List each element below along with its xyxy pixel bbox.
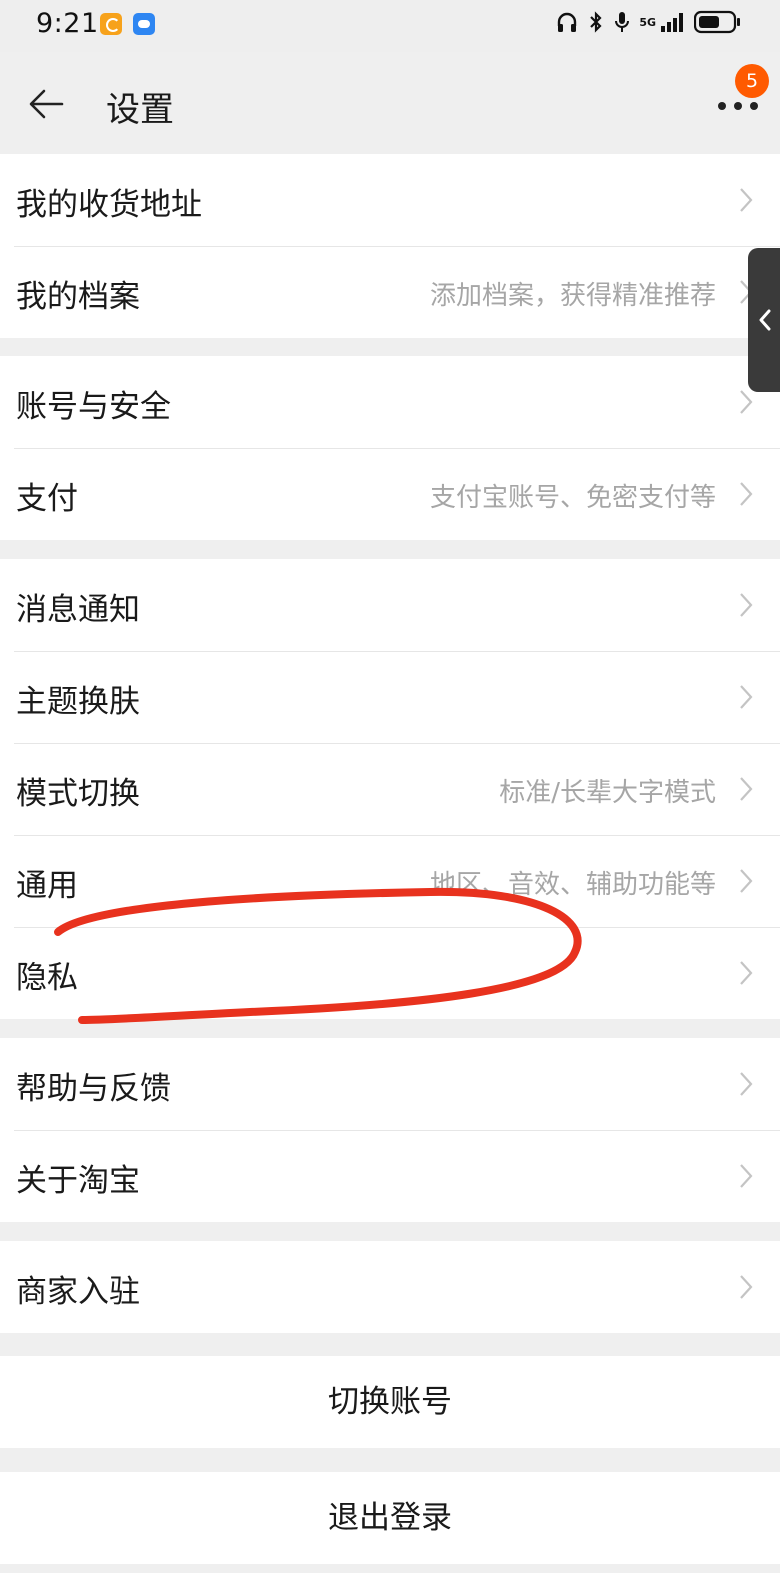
chevron-right-icon [740,961,753,985]
row-label: 账号与安全 [16,389,171,425]
status-icons: 5G [555,10,742,34]
row-about-taobao[interactable]: 关于淘宝 [0,1130,780,1222]
row-my-profile[interactable]: 我的档案 添加档案，获得精准推荐 [0,246,780,338]
row-theme[interactable]: 主题换肤 [0,651,780,743]
row-hint: 标准/长辈大字模式 [499,778,716,808]
network-type: 5G [639,15,656,29]
row-privacy[interactable]: 隐私 [0,927,780,1019]
row-mode-switch[interactable]: 模式切换 标准/长辈大字模式 [0,743,780,835]
settings-group-address: 我的收货地址 我的档案 添加档案，获得精准推荐 [0,154,780,338]
status-bar: 9:21 5G [0,0,780,52]
page-title: 设置 [106,90,174,130]
mic-icon [615,12,630,32]
row-label: 主题换肤 [16,684,140,720]
settings-group-help: 帮助与反馈 关于淘宝 [0,1038,780,1222]
chevron-right-icon [740,1275,753,1299]
row-label: 我的收货地址 [16,187,202,223]
bluetooth-icon [590,11,602,33]
row-general[interactable]: 通用 地区、音效、辅助功能等 [0,835,780,927]
logout-button[interactable]: 退出登录 [0,1472,780,1564]
chevron-right-icon [740,188,753,212]
row-hint: 添加档案，获得精准推荐 [429,281,716,311]
row-help-feedback[interactable]: 帮助与反馈 [0,1038,780,1130]
row-label: 支付 [16,481,78,517]
chevron-right-icon [740,869,753,893]
status-time: 9:21 [36,8,99,39]
chevron-right-icon [740,1072,753,1096]
row-label: 商家入驻 [16,1274,140,1310]
row-label: 我的档案 [16,279,140,315]
row-notifications[interactable]: 消息通知 [0,559,780,651]
battery-icon [694,10,740,34]
settings-group-account: 账号与安全 支付 支付宝账号、免密支付等 [0,356,780,540]
row-shipping-address[interactable]: 我的收货地址 [0,154,780,246]
notification-badge: 5 [735,64,769,98]
chevron-right-icon [740,777,753,801]
app-header: 设置 5 [0,52,780,156]
switch-account-button[interactable]: 切换账号 [0,1356,780,1448]
settings-group-merchant: 商家入驻 [0,1241,780,1333]
row-label: 帮助与反馈 [16,1071,171,1107]
row-label: 通用 [16,868,78,904]
side-float-tab[interactable] [748,248,780,392]
row-label: 隐私 [16,960,78,996]
row-hint: 支付宝账号、免密支付等 [429,483,716,513]
more-dots-icon[interactable] [716,96,764,116]
chevron-right-icon [740,593,753,617]
chevron-left-icon [759,309,771,331]
row-label: 关于淘宝 [16,1163,140,1199]
chevron-right-icon [740,1164,753,1188]
row-payment[interactable]: 支付 支付宝账号、免密支付等 [0,448,780,540]
arrow-left-icon[interactable] [28,88,64,120]
row-merchant-join[interactable]: 商家入驻 [0,1241,780,1333]
row-label: 模式切换 [16,776,140,812]
row-label: 消息通知 [16,592,140,628]
chevron-right-icon [740,685,753,709]
headphones-icon [558,12,577,32]
settings-group-general: 消息通知 主题换肤 模式切换 标准/长辈大字模式 通用 地区、音效、辅助功能等 … [0,559,780,1019]
row-hint: 地区、音效、辅助功能等 [429,870,716,900]
settings-screen: 9:21 5G 设置 5 我的收货地址 我的档案 添加档案，获得精准推荐 账号与… [0,0,780,1573]
row-account-security[interactable]: 账号与安全 [0,356,780,448]
weather-app-icon [133,13,155,35]
signal-icon [661,13,683,32]
notification-app-icon [100,13,122,35]
chevron-right-icon [740,482,753,506]
chevron-right-icon [740,390,753,414]
